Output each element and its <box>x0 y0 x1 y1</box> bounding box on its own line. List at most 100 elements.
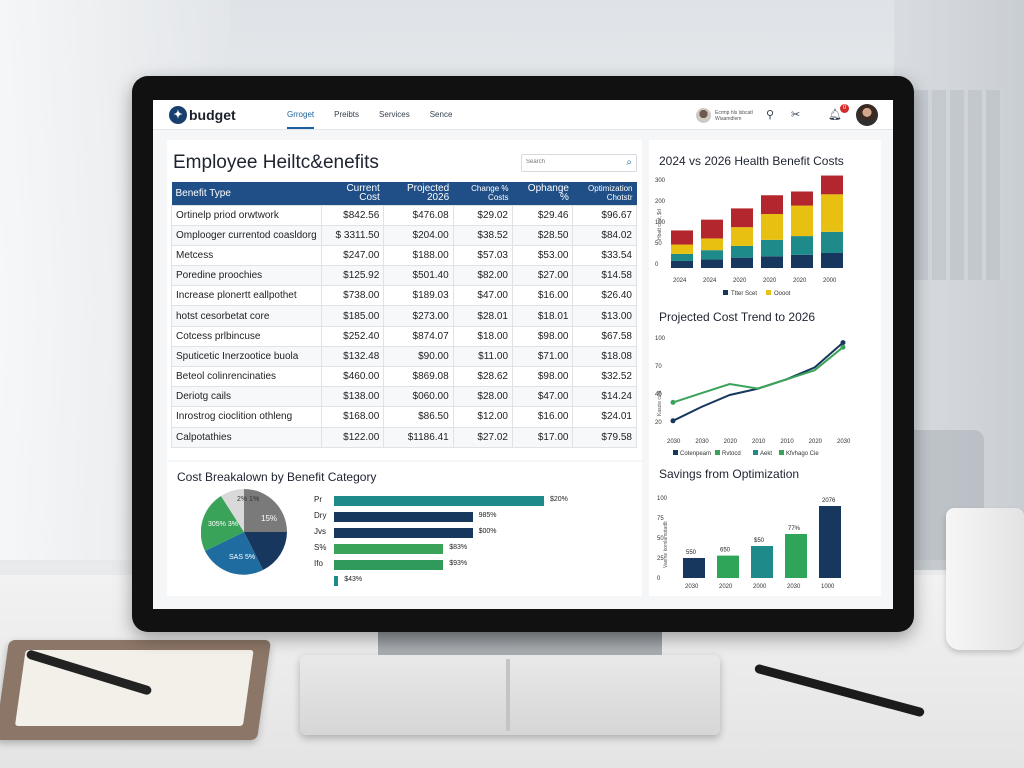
nav-item-services[interactable]: Services <box>379 110 410 129</box>
table-row[interactable]: Increase plonertt eallpothet $738.00 $189.… <box>171 285 637 307</box>
search-input[interactable] <box>526 159 616 165</box>
table-row[interactable]: Poredine proochies $125.92 $501.40 $82.00 $2… <box>171 265 637 287</box>
savings-bar[interactable] <box>751 546 773 578</box>
x-tick-label: 2030 <box>787 584 801 590</box>
bar-label: S% <box>314 543 327 552</box>
benefit-type-cell: Inrostrog cioclition othleng <box>171 406 322 428</box>
cost-cell: $47.00 <box>452 285 514 307</box>
charts-panel: 2024 vs 2026 Health Benefit Costs 300 200… <box>649 140 881 596</box>
column-header[interactable]: Projected 2026 <box>383 182 454 205</box>
breakdown-bar[interactable] <box>334 560 444 570</box>
stacked-bar-segment[interactable] <box>761 214 783 240</box>
cost-cell: $98.00 <box>511 325 574 347</box>
bar-value-label: $50 <box>754 538 765 544</box>
legend-label: Kfvhago Cie <box>786 451 819 457</box>
stacked-bar-segment[interactable] <box>791 191 813 206</box>
breakdown-bar[interactable] <box>334 544 444 554</box>
cost-cell: $842.56 <box>320 204 385 226</box>
search-icon[interactable]: ⌕ <box>626 157 632 168</box>
cost-cell: $29.02 <box>452 204 514 226</box>
stacked-bar-segment[interactable] <box>821 231 843 253</box>
stacked-bar-segment[interactable] <box>821 194 843 232</box>
table-row[interactable]: Metcess $247.00 $188.00 $57.03 $53.00 $33.54 <box>171 244 637 267</box>
table-row[interactable]: hotst cesorbetat core $185.00 $273.00 $28.0… <box>171 305 637 327</box>
stacked-bar-segment[interactable] <box>701 250 723 260</box>
cost-cell: $738.00 <box>320 285 385 307</box>
column-header[interactable]: Benefit Type <box>171 182 322 205</box>
search-box[interactable]: ⌕ <box>521 154 637 172</box>
tools-icon[interactable]: ✂ <box>791 108 800 121</box>
legend-swatch <box>715 450 720 455</box>
stacked-bar-segment[interactable] <box>701 259 723 268</box>
benefit-type-cell: Beteol colinrencinaties <box>171 365 322 388</box>
cost-cell: $125.92 <box>320 265 385 287</box>
legend-label: Cotenpeam <box>680 451 711 457</box>
table-row[interactable]: Sputicetic Inerzootice buola $132.48 $90.0… <box>171 345 637 368</box>
stacked-bar-segment[interactable] <box>821 252 843 268</box>
table-row[interactable]: Inrostrog cioclition othleng $168.00 $86.5… <box>171 406 637 428</box>
stacked-bar-segment[interactable] <box>701 219 723 239</box>
breakdown-bar[interactable] <box>334 496 544 506</box>
line-point[interactable] <box>840 344 846 350</box>
location-pin-icon[interactable]: ⚲ <box>766 108 774 121</box>
x-tick-label: 2020 <box>809 439 823 445</box>
nav-item-budget[interactable]: Grroget <box>287 110 315 129</box>
cost-breakdown-panel: Cost Breakalown by Benefit Category 2% 1… <box>167 462 642 596</box>
stacked-bar-segment[interactable] <box>731 227 753 246</box>
breakdown-bar[interactable] <box>334 576 339 586</box>
app-logo[interactable]: ✦ budget <box>169 106 236 124</box>
stacked-bar-segment[interactable] <box>791 254 813 268</box>
table-row[interactable]: Beteol colinrencinaties $460.00 $869.08 $28… <box>171 365 637 388</box>
user-role: Wiaamdlem <box>715 115 742 122</box>
table-row[interactable]: Calpotathies $122.00 $1186.41 $27.02 $17.00 $… <box>171 426 637 448</box>
stacked-bar-segment[interactable] <box>761 195 783 215</box>
stacked-bar-segment[interactable] <box>761 239 783 257</box>
table-row[interactable]: Omplooger currentod coasldorg $ 3311.50 $2… <box>171 224 637 246</box>
savings-bar[interactable] <box>785 534 807 578</box>
line-point[interactable] <box>670 399 676 405</box>
stacked-bar-segment[interactable] <box>821 175 843 195</box>
cost-cell: $12.00 <box>452 406 514 428</box>
chart-title: 2024 vs 2026 Health Benefit Costs <box>659 154 844 168</box>
cost-cell: $13.00 <box>572 305 637 327</box>
stacked-bar-segment[interactable] <box>671 244 693 254</box>
column-header[interactable]: Ophange % <box>512 182 573 205</box>
stacked-bar-segment[interactable] <box>761 256 783 268</box>
column-header[interactable]: Current Cost <box>321 182 384 205</box>
table-row[interactable]: Deriotg cails $138.00 $060.00 $28.00 $47.00 $… <box>171 386 637 408</box>
trend-line[interactable] <box>672 341 844 422</box>
avatar[interactable] <box>856 104 878 126</box>
dashboard-screen: ✦ budget Grroget Preibts Services Sence … <box>153 100 893 609</box>
cost-cell: $90.00 <box>383 345 454 368</box>
nav-item-service[interactable]: Sence <box>430 110 453 129</box>
stacked-bar-segment[interactable] <box>731 257 753 268</box>
line-point[interactable] <box>670 418 676 424</box>
column-header[interactable]: Change % Costs <box>453 182 513 205</box>
table-row[interactable]: Ortinelp priod orwtwork $842.56 $476.08 $29… <box>171 204 637 226</box>
stacked-bar-segment[interactable] <box>791 205 813 237</box>
savings-bar[interactable] <box>717 555 739 578</box>
x-tick-label: 2030 <box>685 584 699 590</box>
logo-text: budget <box>189 107 236 123</box>
x-tick-label: 2010 <box>752 439 766 445</box>
stacked-bar-segment[interactable] <box>791 236 813 255</box>
stacked-bar-segment[interactable] <box>671 253 693 261</box>
stacked-bar-segment[interactable] <box>701 238 723 251</box>
breakdown-bar[interactable] <box>334 528 473 538</box>
y-axis-label: Vasme kornlamotadlt <box>663 521 669 568</box>
savings-bar[interactable] <box>819 506 841 578</box>
savings-bar[interactable] <box>683 558 705 578</box>
trend-line[interactable] <box>672 346 844 404</box>
cost-cell: $27.02 <box>452 426 514 448</box>
column-header[interactable]: Optimization Chotstr <box>572 182 637 205</box>
stacked-bar-segment[interactable] <box>731 208 753 228</box>
table-row[interactable]: Cotcess prlbincuse $252.40 $874.07 $18.00 $9… <box>171 325 637 347</box>
nav-item-reports[interactable]: Preibts <box>334 110 359 129</box>
stacked-bar-segment[interactable] <box>671 230 693 245</box>
user-chip[interactable]: Ecrmp hls lsbcatl Wiaamdlem <box>696 108 753 123</box>
stacked-bar-segment[interactable] <box>731 245 753 258</box>
line-point[interactable] <box>840 340 846 346</box>
breakdown-bar[interactable] <box>334 512 473 522</box>
main-nav: Grroget Preibts Services Sence <box>287 110 472 129</box>
stacked-bar-segment[interactable] <box>671 260 693 268</box>
